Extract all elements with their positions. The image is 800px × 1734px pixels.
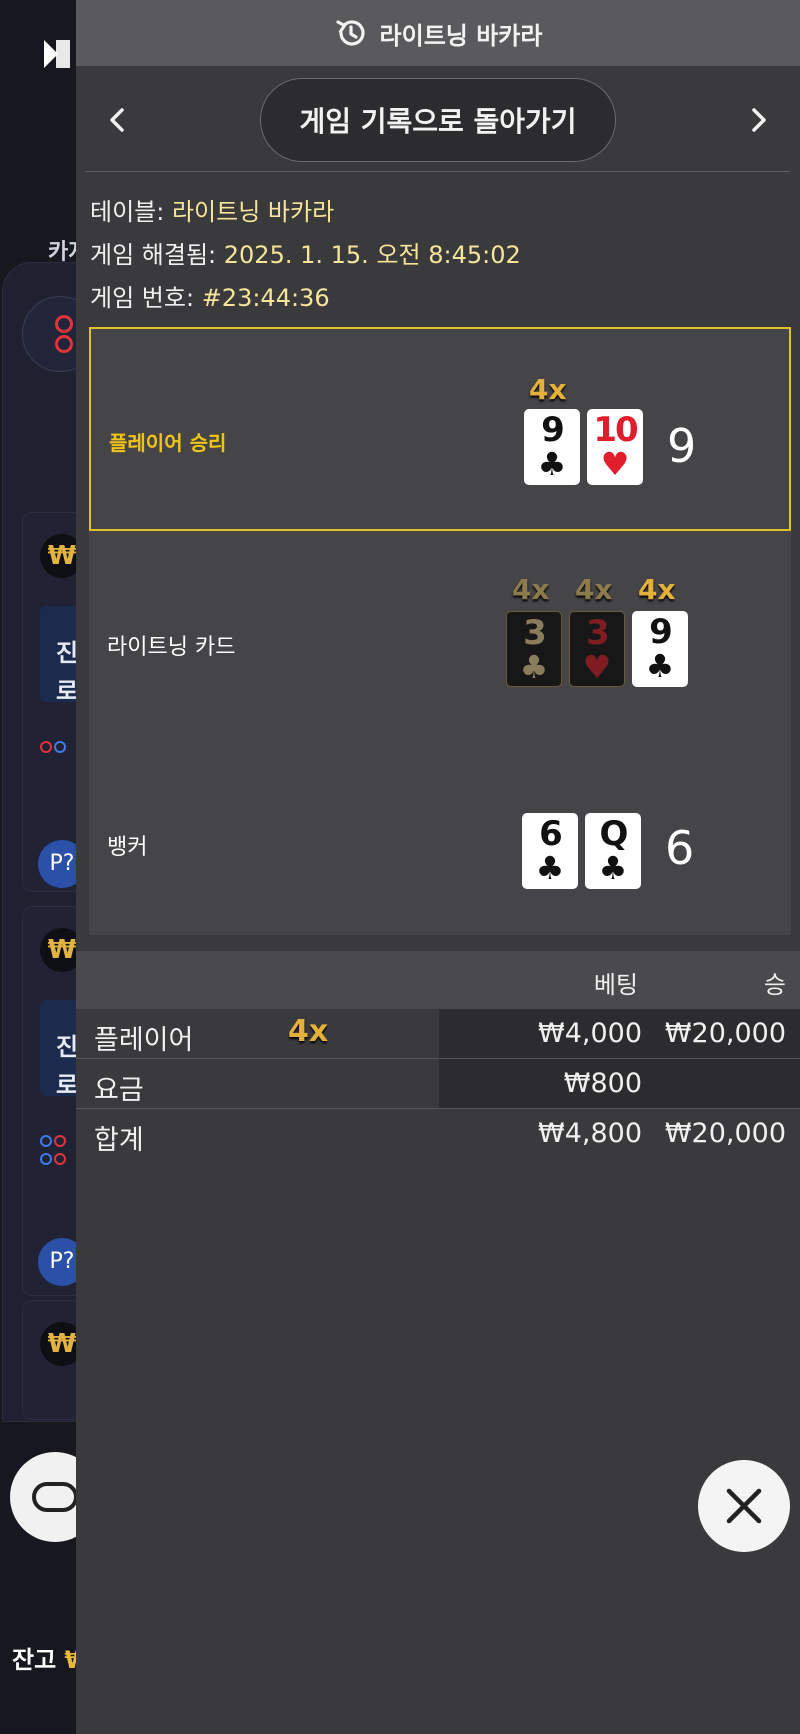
player-hand-total: 9 <box>667 419 697 473</box>
player-win-label: 플레이어 승리 <box>109 431 227 455</box>
card-rank: 9 <box>649 612 673 652</box>
bet-amount: ₩4,000 <box>538 1018 642 1049</box>
divider <box>86 171 790 172</box>
lightning-card: 3 ♥ <box>569 611 625 687</box>
bet-multiplier: 4x <box>288 1014 329 1049</box>
win-column-header: 승 <box>763 971 786 999</box>
bet-name: 플레이어 <box>94 1025 194 1056</box>
table-info: 테이블: 라이트닝 바카라 <box>90 192 334 227</box>
game-number-value: #23:44:36 <box>201 284 330 312</box>
back-to-history-button[interactable]: 게임 기록으로 돌아가기 <box>260 78 616 162</box>
panel-title: 라이트닝 바카라 <box>379 21 543 50</box>
chevron-left-icon <box>110 108 124 132</box>
road-map <box>40 1150 68 1169</box>
card-rank: 3 <box>586 613 610 653</box>
game-number-label: 게임 번호: <box>90 284 195 312</box>
playing-card: 10 ♥ <box>587 409 643 485</box>
bet-amount: ₩800 <box>563 1068 642 1099</box>
heart-suit-icon: ♥ <box>582 648 612 686</box>
banker-label: 뱅커 <box>107 835 148 860</box>
player-card-multiplier: 4x <box>529 373 567 406</box>
balance-label: 잔고 <box>12 1646 57 1674</box>
road-map <box>40 1132 68 1151</box>
card-rank: Q <box>599 814 629 854</box>
chat-icon <box>32 1482 78 1512</box>
club-suit-icon: ♣ <box>519 648 549 686</box>
banker-hand-total: 6 <box>665 821 695 875</box>
close-icon <box>726 1488 762 1524</box>
bet-name: 요금 <box>94 1075 144 1106</box>
promo-line: 진 <box>56 639 79 667</box>
heart-suit-icon: ♥ <box>600 445 630 483</box>
playing-card: 9 ♣ <box>524 409 580 485</box>
table-value: 라이트닝 바카라 <box>171 198 335 226</box>
playing-card: 6 ♣ <box>522 813 578 889</box>
club-suit-icon: ♣ <box>598 849 628 887</box>
next-game-button[interactable] <box>738 100 778 140</box>
table-total-row: 합계 ₩4,800 ₩20,000 <box>76 1109 800 1159</box>
lightning-multiplier: 4x <box>638 573 676 606</box>
card-rank: 6 <box>539 814 563 854</box>
resolved-value: 2025. 1. 15. 오전 8:45:02 <box>223 241 521 269</box>
table-label: 테이블: <box>90 198 165 226</box>
club-suit-icon: ♣ <box>535 849 565 887</box>
bet-column-header: 베팅 <box>593 971 638 999</box>
win-amount: ₩20,000 <box>664 1018 786 1049</box>
chevron-right-icon <box>752 108 766 132</box>
lightning-cards-row: 라이트닝 카드 4x 3 ♣ 4x 3 ♥ 4x 9 ♣ <box>89 531 791 735</box>
lightning-multiplier: 4x <box>512 573 550 606</box>
club-suit-icon: ♣ <box>645 647 675 685</box>
game-number-info: 게임 번호: #23:44:36 <box>90 278 330 313</box>
card-rank: 9 <box>541 410 565 450</box>
total-win-amount: ₩20,000 <box>664 1118 786 1149</box>
road-map <box>40 738 68 757</box>
total-bet-amount: ₩4,800 <box>538 1118 642 1149</box>
card-rank: 3 <box>523 613 547 653</box>
game-history-panel: 라이트닝 바카라 게임 기록으로 돌아가기 테이블: 라이트닝 바카라 게임 해… <box>76 0 800 1734</box>
promo-line: 진 <box>56 1033 79 1061</box>
club-suit-icon: ♣ <box>537 445 567 483</box>
lightning-multiplier: 4x <box>575 573 613 606</box>
resolved-info: 게임 해결됨: 2025. 1. 15. 오전 8:45:02 <box>90 235 521 270</box>
brand-logo-icon <box>44 40 70 68</box>
table-row: 요금 ₩800 <box>76 1059 800 1109</box>
table-row: 플레이어 4x ₩4,000 ₩20,000 <box>76 1009 800 1059</box>
promo-line: 로 <box>56 677 79 705</box>
lightning-cards-label: 라이트닝 카드 <box>107 635 236 660</box>
promo-line: 로 <box>56 1071 79 1099</box>
previous-game-button[interactable] <box>98 100 138 140</box>
bets-table-header: 베팅 승 <box>76 951 800 1009</box>
lightning-card: 3 ♣ <box>506 611 562 687</box>
playing-card: Q ♣ <box>585 813 641 889</box>
panel-header: 라이트닝 바카라 <box>76 0 800 66</box>
total-label: 합계 <box>94 1125 144 1156</box>
lightning-card: 9 ♣ <box>632 611 688 687</box>
close-button[interactable] <box>698 1460 790 1552</box>
player-outcome-row: 플레이어 승리 4x 9 ♣ 10 ♥ 9 <box>89 327 791 531</box>
resolved-label: 게임 해결됨: <box>90 241 217 269</box>
banker-outcome-row: 뱅커 6 ♣ Q ♣ 6 <box>89 735 791 935</box>
history-icon <box>335 20 365 46</box>
card-rank: 10 <box>593 410 638 450</box>
